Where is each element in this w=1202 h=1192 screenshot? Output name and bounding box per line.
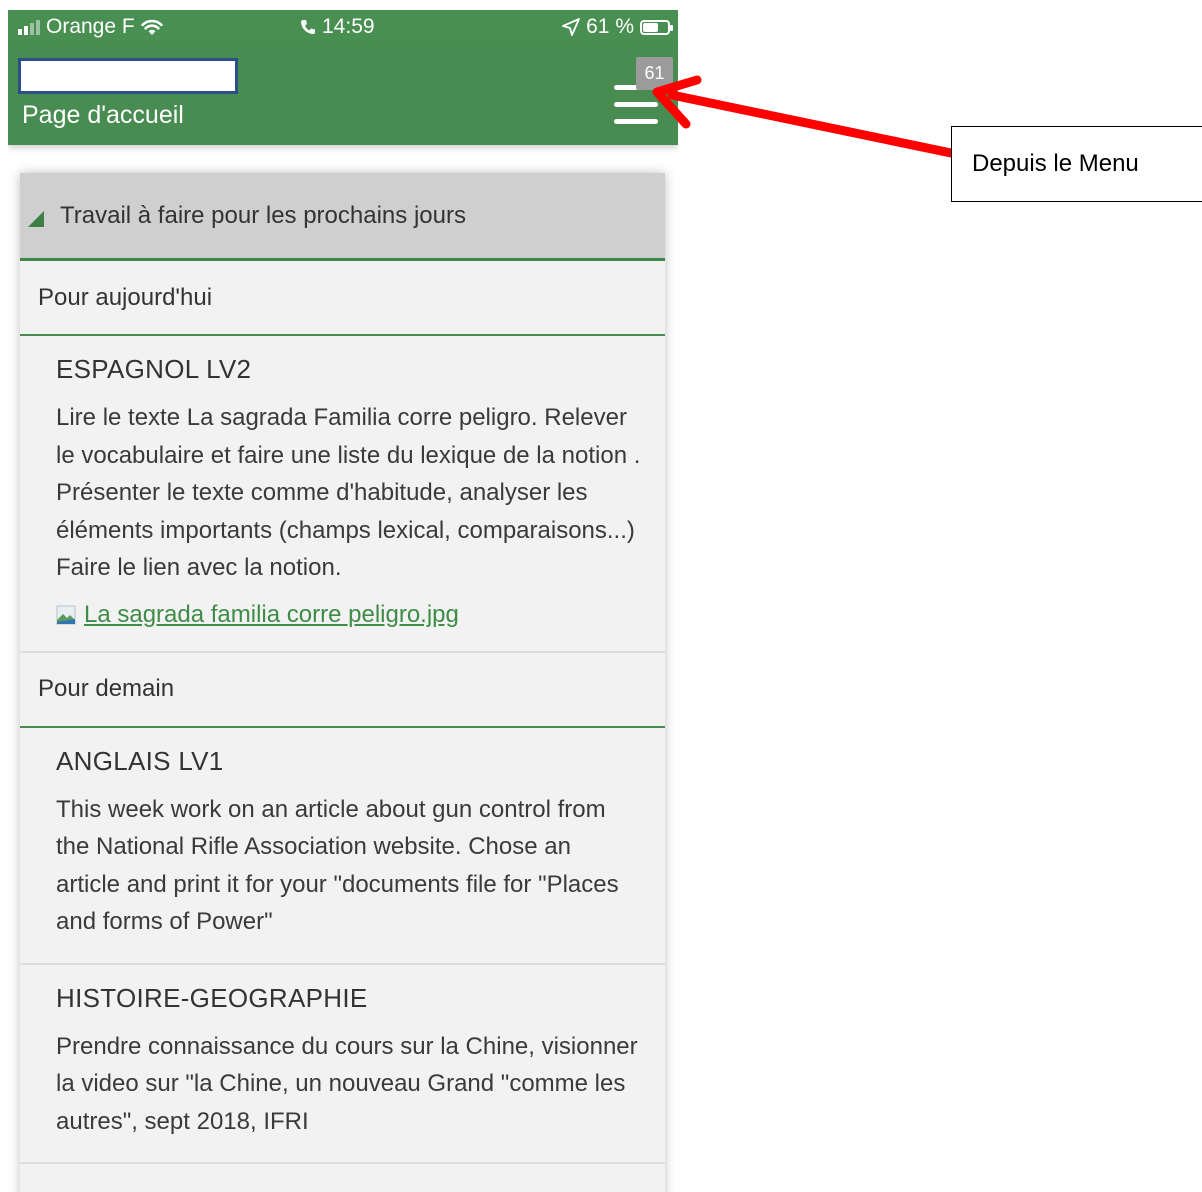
annotation-callout: Depuis le Menu — [951, 126, 1202, 202]
annotation-label: Depuis le Menu — [972, 150, 1139, 177]
